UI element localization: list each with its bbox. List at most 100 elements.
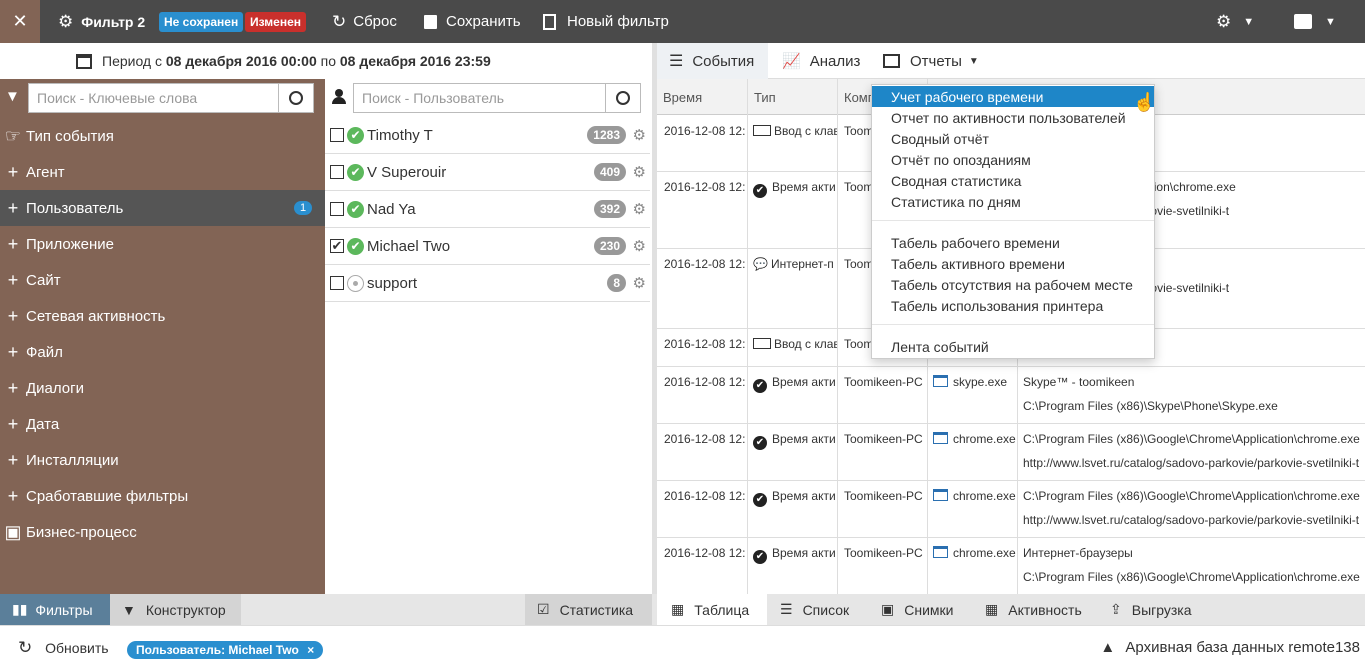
sidebar-item-category[interactable]: ▣ Бизнес-процесс (0, 514, 325, 550)
plus-icon: + (7, 233, 19, 254)
keyword-search-input[interactable]: Поиск - Ключевые слова (28, 83, 279, 113)
user-checkbox[interactable] (330, 276, 344, 290)
report-menu-item[interactable]: Статистика по дням (872, 191, 1154, 212)
sidebar-item-category[interactable]: + Диалоги (0, 370, 325, 406)
period-prefix: Период с (102, 53, 162, 69)
user-checkbox[interactable]: ✔ (330, 239, 344, 253)
table-row[interactable]: 2016-12-08 12: ✔ Время акти Toomikeen-PC chr… (657, 424, 1365, 481)
tab-snapshots[interactable]: ▣ Снимки (881, 594, 953, 625)
period-mid: по (320, 53, 336, 69)
user-checkbox[interactable] (330, 165, 344, 179)
sidebar-item-category[interactable]: + Пользователь 1 (0, 190, 325, 226)
report-menu-item[interactable]: Отчёт по опозданиям (872, 149, 1154, 170)
report-menu-item[interactable]: Отчет по активности пользователей (872, 107, 1154, 128)
user-row[interactable]: ✔ Timothy T 1283 ⚙ (325, 117, 650, 154)
category-label: Диалоги (26, 379, 84, 397)
user-row[interactable]: ✔ V Superouir 409 ⚙ (325, 154, 650, 191)
tab-constructor[interactable]: ▼ Конструктор (110, 594, 241, 625)
report-menu-item[interactable]: Табель отсутствия на рабочем месте (872, 274, 1154, 295)
category-label: Дата (26, 415, 60, 433)
briefcase-dropdown[interactable]: ▼ (1294, 0, 1336, 43)
gears-icon[interactable]: ⚙ (633, 163, 646, 181)
sidebar-item-category[interactable]: + Дата (0, 406, 325, 442)
db-status: ▲ Архивная база данных remote138 (1100, 639, 1360, 656)
tab-activity[interactable]: ▦ Активность (985, 594, 1082, 625)
sidebar-item-category[interactable]: + Сетевая активность (0, 298, 325, 334)
remove-icon[interactable]: × (307, 643, 314, 657)
report-menu-item[interactable]: Лента событий (872, 336, 1154, 357)
table-row[interactable]: 2016-12-08 12: ✔ Время акти Toomikeen-PC chr… (657, 481, 1365, 538)
user-name: Nad Ya (367, 200, 416, 218)
user-checkbox[interactable] (330, 202, 344, 216)
sidebar-item-category[interactable]: + Агент (0, 154, 325, 190)
refresh-icon: ↻ (332, 11, 347, 31)
user-search-input[interactable]: Поиск - Пользователь (353, 83, 606, 113)
sidebar-item-category[interactable]: + Сработавшие фильтры (0, 478, 325, 514)
active-filter-pill[interactable]: Пользователь: Michael Two × (127, 641, 324, 659)
badge-wrap: Не сохранен (159, 0, 244, 43)
category-label: Приложение (26, 235, 114, 253)
cell-time: 2016-12-08 12: (664, 180, 746, 194)
funnel-icon: ▼ (122, 601, 136, 618)
sidebar-item-category[interactable]: + Файл (0, 334, 325, 370)
keyword-search-button[interactable] (278, 83, 314, 113)
user-search-button[interactable] (605, 83, 641, 113)
sidebar-item-category[interactable]: + Сайт (0, 262, 325, 298)
reset-button[interactable]: ↻ Сброс (332, 0, 397, 43)
col-type-header[interactable]: Тип (748, 79, 838, 115)
user-icon (331, 89, 346, 104)
close-panel-button[interactable]: ✕ (0, 0, 40, 43)
gears-icon[interactable]: ⚙ (633, 274, 646, 292)
report-menu-item[interactable]: Учет рабочего времени (872, 86, 1154, 107)
user-checkbox[interactable] (330, 128, 344, 142)
tab-export[interactable]: ⇪ Выгрузка (1110, 594, 1192, 625)
report-menu-item[interactable]: Сводная статистика (872, 170, 1154, 191)
cell-comp: Toomikeen-PC (844, 375, 923, 389)
settings-dropdown[interactable]: ⚙ ▼ (1216, 0, 1254, 43)
gears-icon[interactable]: ⚙ (633, 237, 646, 255)
tab-table[interactable]: ▦ Таблица (657, 594, 767, 625)
briefcase-icon (1294, 14, 1312, 29)
cell-type: ✔ Время акти (753, 489, 837, 507)
cell-detail: Skype™ - toomikeen (1023, 375, 1135, 389)
table-row[interactable]: 2016-12-08 12: ✔ Время акти Toomikeen-PC sky… (657, 367, 1365, 424)
tab-analysis[interactable]: 📈 Анализ (782, 43, 860, 79)
category-label: Пользователь (26, 199, 124, 217)
gears-icon[interactable]: ⚙ (633, 126, 646, 144)
tab-statistics[interactable]: ☑ Статистика (525, 594, 652, 625)
gears-icon[interactable]: ⚙ (633, 200, 646, 218)
report-menu-item[interactable]: Табель активного времени (872, 253, 1154, 274)
cell-type: ✔ Время акти (753, 432, 837, 450)
gear-icon: ⚙ (58, 11, 74, 31)
report-menu-item[interactable]: Сводный отчёт (872, 128, 1154, 149)
category-label: Бизнес-процесс (26, 523, 137, 541)
report-menu-item[interactable]: Табель использования принтера (872, 295, 1154, 316)
tab-filters[interactable]: ▮▮ Фильтры (0, 594, 110, 625)
sidebar-item-category[interactable]: ☞ Тип события (0, 118, 325, 154)
sidebar-item-category[interactable]: + Инсталляции (0, 442, 325, 478)
user-row[interactable]: ✔ ✔ Michael Two 230 ⚙ (325, 228, 650, 265)
tab-events[interactable]: ☰ События (657, 43, 768, 79)
report-icon (883, 54, 900, 68)
table-icon: ▦ (671, 601, 685, 617)
cell-type: 💬 Интернет-п (753, 257, 837, 271)
save-button[interactable]: Сохранить (424, 0, 521, 43)
check-circle-icon: ✔ (753, 550, 767, 564)
category-label: Файл (26, 343, 63, 361)
tab-reports[interactable]: Отчеты ▼ (883, 43, 979, 79)
new-filter-button[interactable]: Новый фильтр (543, 0, 669, 43)
tab-list[interactable]: ☰ Список (780, 594, 849, 625)
check-square-icon: ☑ (537, 601, 550, 617)
period-bar[interactable]: Период с 08 декабря 2016 00:00 по 08 дек… (40, 43, 655, 79)
tab-activity-label: Активность (1008, 601, 1082, 618)
table-row[interactable]: 2016-12-08 12: ✔ Время акти Toomikeen-PC chr… (657, 538, 1365, 594)
report-menu-item[interactable]: Табель рабочего времени (872, 232, 1154, 253)
filter-pill-label: Пользователь: Michael Two (136, 643, 299, 657)
user-row[interactable]: support 8 ⚙ (325, 265, 650, 302)
col-time-header[interactable]: Время (657, 79, 748, 115)
refresh-button[interactable]: ↻ Обновить (18, 638, 109, 658)
bar-chart-icon: ▮▮ (12, 601, 28, 617)
user-row[interactable]: ✔ Nad Ya 392 ⚙ (325, 191, 650, 228)
cell-type: Ввод с клав (753, 124, 837, 138)
sidebar-item-category[interactable]: + Приложение (0, 226, 325, 262)
